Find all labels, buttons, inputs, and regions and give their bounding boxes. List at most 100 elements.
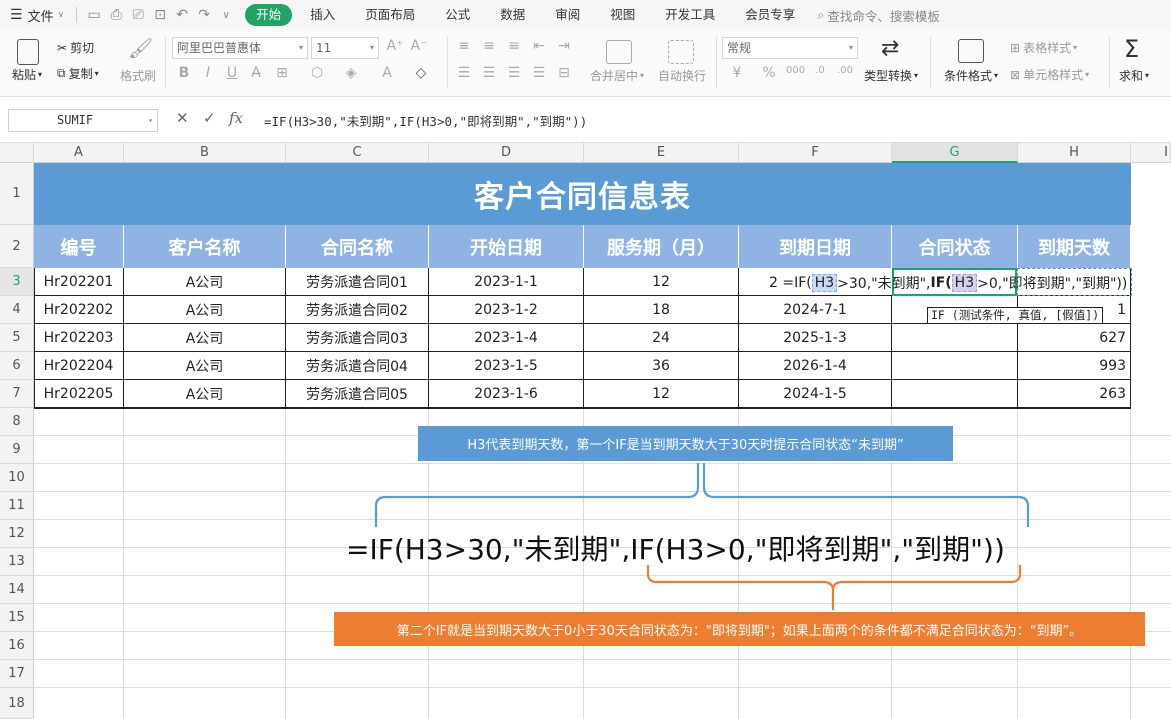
table-cell[interactable]: Hr202202 <box>34 296 124 324</box>
align-middle-icon[interactable]: ≡ <box>480 38 498 54</box>
table-cell[interactable]: 2024-7-1 <box>739 296 892 324</box>
header-cell-contract[interactable]: 合同名称 <box>286 225 429 268</box>
table-cell[interactable]: Hr202203 <box>34 324 124 352</box>
table-cell[interactable]: A公司 <box>124 324 286 352</box>
column-header-g[interactable]: G <box>892 143 1018 163</box>
table-cell[interactable]: Hr202205 <box>34 380 124 408</box>
table-cell[interactable]: 2023-1-1 <box>429 268 584 296</box>
copy-button[interactable]: ⧉ 复制 ▾ <box>57 65 99 82</box>
strikethrough-icon[interactable]: A̶ <box>247 65 265 81</box>
row-header-6[interactable]: 6 <box>0 352 34 380</box>
tab-review[interactable]: 审阅 <box>543 4 592 26</box>
table-cell[interactable]: 263 <box>1018 380 1131 408</box>
table-cell[interactable]: A公司 <box>124 296 286 324</box>
align-center-icon[interactable]: ☰ <box>480 65 498 81</box>
row-header-9[interactable]: 9 <box>0 436 34 464</box>
paste-icon[interactable] <box>17 39 39 65</box>
table-cell[interactable]: 2023-1-2 <box>429 296 584 324</box>
name-box[interactable]: SUMIF ▾ <box>8 109 158 132</box>
row-header-1[interactable]: 1 <box>0 163 34 225</box>
row-header-2[interactable]: 2 <box>0 225 34 268</box>
column-header-d[interactable]: D <box>429 143 584 163</box>
format-painter-button[interactable]: 格式刷 <box>120 67 156 84</box>
table-cell[interactable]: 2023-1-5 <box>429 352 584 380</box>
indent-decrease-icon[interactable]: ⇤ <box>530 38 548 54</box>
column-header-f[interactable]: F <box>739 143 892 163</box>
column-header-e[interactable]: E <box>584 143 739 163</box>
column-header-c[interactable]: C <box>286 143 429 163</box>
cancel-icon[interactable]: ✕ <box>176 109 189 127</box>
header-cell-service-months[interactable]: 服务期（月） <box>584 225 739 268</box>
underline-icon[interactable]: U <box>223 65 241 81</box>
fill-color-icon[interactable]: ◈ <box>342 65 360 81</box>
table-cell[interactable]: 2024-1-5 <box>739 380 892 408</box>
table-cell[interactable]: Hr202204 <box>34 352 124 380</box>
column-header-a[interactable]: A <box>34 143 124 163</box>
table-cell[interactable]: 2026-1-4 <box>739 352 892 380</box>
tab-home[interactable]: 开始 <box>245 4 293 26</box>
paste-button[interactable]: 粘贴 ▾ <box>12 66 42 83</box>
row-header-10[interactable]: 10 <box>0 464 34 492</box>
header-cell-status[interactable]: 合同状态 <box>892 225 1018 268</box>
merge-center-button[interactable]: 合并居中 ▾ <box>590 67 644 84</box>
table-cell[interactable]: 2023-1-4 <box>429 324 584 352</box>
row-header-11[interactable]: 11 <box>0 492 34 520</box>
header-cell-start-date[interactable]: 开始日期 <box>429 225 584 268</box>
row-header-5[interactable]: 5 <box>0 324 34 352</box>
align-bottom-icon[interactable]: ≡ <box>505 38 523 54</box>
row-header-18[interactable]: 18 <box>0 688 34 719</box>
print-preview-icon[interactable]: ⊡ <box>149 4 171 26</box>
row-header-4[interactable]: 4 <box>0 296 34 324</box>
file-menu[interactable]: ☰ 文件 ∨ <box>0 0 70 30</box>
row-header-7[interactable]: 7 <box>0 380 34 408</box>
tab-developer[interactable]: 开发工具 <box>653 4 727 26</box>
table-cell[interactable]: 2025-1-3 <box>739 324 892 352</box>
customize-toolbar-icon[interactable]: ∨ <box>215 4 237 26</box>
fill-shape-icon[interactable]: ⬡ <box>308 65 326 81</box>
table-cell[interactable]: 劳务派遣合同04 <box>286 352 429 380</box>
border-icon[interactable]: ⊞ <box>273 65 291 81</box>
table-cell[interactable] <box>892 324 1018 352</box>
align-right-icon[interactable]: ☰ <box>505 65 523 81</box>
number-format-select[interactable]: 常规 ▾ <box>722 37 858 59</box>
cut-button[interactable]: ✂ 剪切 <box>57 39 94 56</box>
row-header-16[interactable]: 16 <box>0 632 34 660</box>
column-header-h[interactable]: H <box>1018 143 1131 163</box>
table-cell[interactable]: 627 <box>1018 324 1131 352</box>
increase-font-icon[interactable]: A⁺ <box>386 38 404 54</box>
percent-icon[interactable]: % <box>760 65 778 81</box>
header-cell-client[interactable]: 客户名称 <box>124 225 286 268</box>
table-cell[interactable] <box>892 380 1018 408</box>
cell-style-button[interactable]: ⊠ 单元格样式 ▾ <box>1010 66 1089 83</box>
thousands-icon[interactable]: 000 <box>786 65 805 76</box>
export-icon[interactable]: ⎙ <box>105 4 127 26</box>
table-cell[interactable]: 劳务派遣合同01 <box>286 268 429 296</box>
distributed-icon[interactable]: ⊟ <box>555 65 573 81</box>
tab-page-layout[interactable]: 页面布局 <box>353 4 427 26</box>
row-header-8[interactable]: 8 <box>0 408 34 436</box>
table-cell[interactable]: A公司 <box>124 380 286 408</box>
table-cell[interactable]: A公司 <box>124 268 286 296</box>
command-search[interactable]: ⌕ 查找命令、搜索模板 <box>817 6 940 25</box>
redo-icon[interactable]: ↷ <box>193 4 215 26</box>
column-header-i[interactable]: I <box>1131 143 1171 163</box>
decrease-decimal-icon[interactable]: .00 <box>836 65 854 76</box>
align-left-icon[interactable]: ☰ <box>455 65 473 81</box>
decrease-font-icon[interactable]: A⁻ <box>410 38 428 54</box>
row-header-14[interactable]: 14 <box>0 576 34 604</box>
table-cell[interactable]: Hr202201 <box>34 268 124 296</box>
font-size-select[interactable]: 11 ▾ <box>311 37 379 59</box>
tab-member[interactable]: 会员专享 <box>733 4 807 26</box>
select-all-corner[interactable] <box>0 143 34 163</box>
table-cell[interactable]: 12 <box>584 268 739 296</box>
header-cell-days-left[interactable]: 到期天数 <box>1018 225 1131 268</box>
font-color-icon[interactable]: A <box>378 65 396 81</box>
sheet-title[interactable]: 客户合同信息表 <box>34 163 1131 225</box>
undo-icon[interactable]: ↶ <box>171 4 193 26</box>
header-cell-end-date[interactable]: 到期日期 <box>739 225 892 268</box>
insert-function-icon[interactable]: fx <box>229 109 243 127</box>
header-cell-id[interactable]: 编号 <box>34 225 124 268</box>
table-cell[interactable]: 24 <box>584 324 739 352</box>
tab-view[interactable]: 视图 <box>598 4 647 26</box>
justify-icon[interactable]: ☰ <box>530 65 548 81</box>
